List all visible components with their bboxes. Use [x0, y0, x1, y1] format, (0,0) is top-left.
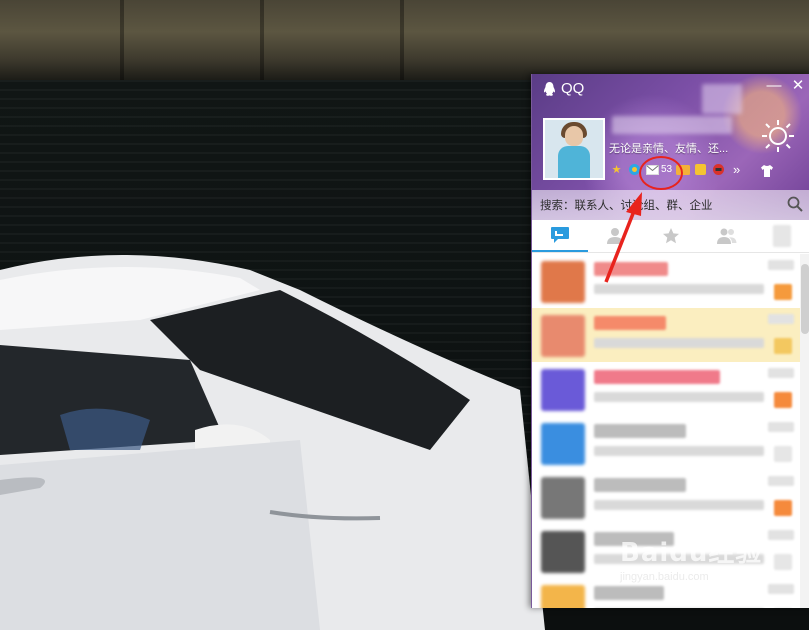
search-placeholder: 搜索：联系人、讨论组、群、企业 [540, 200, 713, 212]
status-badge [774, 338, 792, 354]
scrollbar-thumb[interactable] [801, 264, 809, 334]
conversation-row[interactable] [532, 416, 800, 470]
tab-more[interactable] [754, 220, 809, 252]
minimize-button[interactable]: — [766, 78, 782, 94]
conversation-row[interactable] [532, 308, 800, 362]
contact-avatar [541, 315, 585, 357]
qq-penguin-icon [544, 81, 555, 96]
qq-main-panel: QQ — ✕ 无论是亲情、友情、还... ★ 53 » 搜索：联系人、讨论组、群… [531, 74, 809, 608]
group-icon [716, 228, 737, 244]
redacted-message-preview [594, 392, 764, 402]
redacted-timestamp [768, 314, 794, 324]
qq-title: QQ [542, 80, 584, 97]
wallpaper-stone-wall [0, 0, 809, 80]
conversation-icon [550, 227, 569, 243]
redacted-contact-name [594, 424, 686, 438]
status-badge [774, 554, 792, 570]
redacted-timestamp [768, 584, 794, 594]
tab-contacts[interactable] [588, 220, 644, 252]
watermark-url: jingyan.baidu.com [620, 571, 709, 583]
contacts-icon [607, 228, 624, 244]
status-badge [774, 500, 792, 516]
skin-tshirt-icon[interactable] [760, 164, 774, 178]
redacted-nickname [702, 84, 742, 114]
contact-avatar [541, 423, 585, 465]
profile-header: QQ — ✕ 无论是亲情、友情、还... ★ 53 » 搜索：联系人、讨论组、群… [532, 74, 809, 220]
redacted-contact-name [594, 586, 664, 600]
redacted-contact-name [594, 316, 666, 330]
redacted-message-preview [594, 338, 764, 348]
more-apps-icon[interactable]: » [729, 162, 744, 177]
contact-avatar [541, 531, 585, 573]
redacted-timestamp [768, 368, 794, 378]
redacted-message-preview [594, 284, 764, 294]
status-badge [774, 392, 792, 408]
redacted-timestamp [768, 476, 794, 486]
contact-avatar [541, 585, 585, 608]
game-icon[interactable] [693, 162, 708, 177]
close-button[interactable]: ✕ [790, 78, 806, 94]
tab-conversations[interactable] [532, 220, 588, 252]
tab-groups[interactable] [699, 220, 755, 252]
favorites-star-icon [662, 228, 679, 244]
music-icon[interactable] [711, 162, 726, 177]
redacted-contact-name [594, 262, 668, 276]
conversation-scrollbar[interactable] [800, 254, 809, 608]
watermark-brand: Baidu经验 [620, 538, 763, 568]
redacted-timestamp [768, 530, 794, 540]
conversation-row[interactable] [532, 254, 800, 308]
weather-sun-icon[interactable] [760, 118, 796, 154]
contact-avatar [541, 477, 585, 519]
conversation-row[interactable] [532, 362, 800, 416]
redacted-timestamp [768, 260, 794, 270]
status-badge [774, 446, 792, 462]
search-icon[interactable] [786, 195, 804, 213]
personal-signature[interactable]: 无论是亲情、友情、还... [609, 140, 728, 156]
user-avatar[interactable] [543, 118, 605, 180]
status-badge [774, 284, 792, 300]
redacted-username [612, 116, 732, 134]
search-input[interactable]: 搜索：联系人、讨论组、群、企业 [532, 190, 809, 220]
wallpaper-car [0, 255, 545, 630]
redacted-timestamp [768, 422, 794, 432]
main-tabs [532, 220, 809, 253]
conversation-row[interactable] [532, 470, 800, 524]
app-name: QQ [561, 80, 585, 97]
redacted-message-preview [594, 500, 764, 510]
contact-avatar [541, 261, 585, 303]
annotation-red-circle [639, 156, 683, 190]
redacted-contact-name [594, 370, 720, 384]
contact-avatar [541, 369, 585, 411]
vip-star-icon[interactable]: ★ [609, 162, 624, 177]
redacted-contact-name [594, 478, 686, 492]
baidu-jingyan-watermark: Baidu经验 jingyan.baidu.com [620, 532, 762, 583]
redacted-message-preview [594, 446, 764, 456]
tab-favorites[interactable] [643, 220, 699, 252]
